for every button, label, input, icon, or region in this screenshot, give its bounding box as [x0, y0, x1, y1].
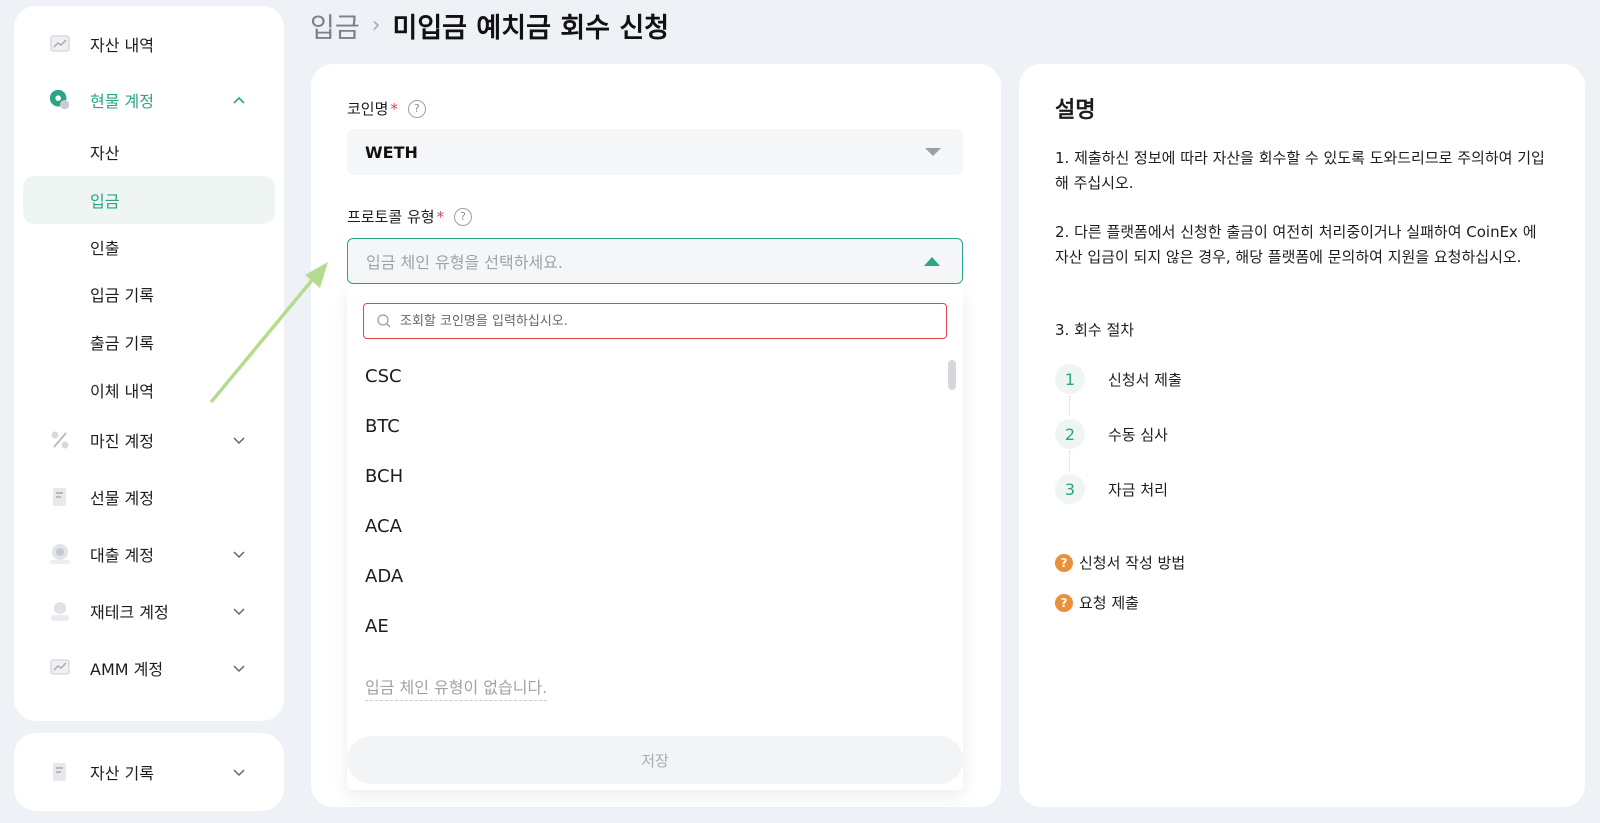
coin-field-label: 코인명 * ?	[347, 98, 426, 119]
breadcrumb-parent[interactable]: 입금	[310, 6, 360, 45]
nav-label: 입금 기록	[90, 286, 154, 305]
sidebar-item-assets[interactable]: 자산	[23, 128, 275, 176]
search-icon	[377, 314, 391, 328]
nav-finance-account[interactable]: 재테크 계정	[14, 587, 284, 635]
chevron-right-icon: ›	[371, 12, 381, 38]
chevron-down-icon	[233, 769, 245, 777]
dropdown-option[interactable]: BCH	[365, 461, 403, 491]
caret-up-icon	[924, 256, 940, 266]
required-mark: *	[390, 99, 398, 118]
description-paragraph-3: 3. 회수 절차	[1055, 321, 1135, 339]
step-number: 1	[1055, 364, 1085, 394]
dropdown-option[interactable]: ADA	[365, 561, 403, 591]
document-icon	[48, 760, 72, 784]
link-text: 신청서 작성 방법	[1079, 554, 1186, 572]
chart-icon	[48, 656, 72, 680]
step-connector	[1069, 451, 1071, 471]
help-icon[interactable]: ?	[407, 99, 426, 118]
dropdown-option[interactable]: BTC	[365, 411, 400, 441]
protocol-field-label: 프로토콜 유형 * ?	[347, 206, 473, 227]
chevron-down-icon	[233, 551, 245, 559]
form-card: 코인명 * ? WETH 프로토콜 유형 * ? 입금 체인 유형을 선택하세요. …	[311, 64, 1001, 807]
coin-select[interactable]: WETH	[347, 129, 963, 175]
dropdown-option[interactable]: ACA	[365, 511, 402, 541]
nav-label: AMM 계정	[90, 660, 164, 679]
step-connector	[1069, 396, 1071, 416]
breadcrumb: 입금 › 미입금 예치금 회수 신청	[310, 6, 670, 45]
nav-label: 이체 내역	[90, 382, 154, 401]
submit-request-link[interactable]: ? 요청 제출	[1055, 592, 1139, 613]
save-button[interactable]: 저장	[347, 736, 963, 784]
step-item: 3 자금 처리	[1055, 474, 1168, 504]
description-paragraph-1: 1. 제출하신 정보에 따라 자산을 회수할 수 있도록 도와드리므로 주의하여…	[1055, 149, 1545, 192]
page-title: 미입금 예치금 회수 신청	[392, 12, 670, 44]
nav-label: 대출 계정	[90, 546, 154, 565]
protocol-select[interactable]: 입금 체인 유형을 선택하세요.	[347, 238, 963, 284]
help-icon[interactable]: ?	[454, 207, 473, 226]
spot-icon	[48, 88, 72, 112]
label-text: 코인명	[347, 100, 389, 118]
nav-label: 자산 내역	[90, 36, 154, 55]
step-text: 신청서 제출	[1108, 370, 1182, 389]
question-icon: ?	[1055, 553, 1073, 572]
sidebar-item-deposit[interactable]: 입금	[23, 176, 275, 224]
nav-spot-account[interactable]: 현물 계정	[14, 76, 284, 124]
coin-select-value: WETH	[365, 142, 418, 162]
step-number: 2	[1055, 419, 1085, 449]
dropdown-option[interactable]: AE	[365, 611, 389, 641]
question-icon: ?	[1055, 593, 1073, 612]
search-box	[363, 303, 947, 339]
step-item: 1 신청서 제출	[1055, 364, 1182, 394]
document-icon	[48, 485, 72, 509]
description-paragraph-2: 2. 다른 플랫폼에서 신청한 출금이 여전히 처리중이거나 실패하여 Coin…	[1055, 223, 1537, 266]
coin-icon	[48, 542, 72, 566]
step-item: 2 수동 심사	[1055, 419, 1168, 449]
link-text: 요청 제출	[1079, 594, 1139, 612]
chevron-down-icon	[233, 608, 245, 616]
nav-loan-account[interactable]: 대출 계정	[14, 530, 284, 578]
protocol-select-placeholder: 입금 체인 유형을 선택하세요.	[366, 253, 563, 272]
search-input[interactable]	[400, 311, 930, 331]
sidebar-item-transfer-history[interactable]: 이체 내역	[23, 366, 275, 414]
chart-icon	[48, 32, 72, 56]
caret-down-icon	[925, 148, 941, 156]
nav-label: 현물 계정	[90, 92, 154, 111]
nav-label: 자산	[90, 144, 120, 163]
nav-label: 선물 계정	[90, 489, 154, 508]
description-title: 설명	[1055, 98, 1096, 123]
nav-label: 재테크 계정	[90, 603, 169, 622]
sidebar-records: 자산 기록	[14, 733, 284, 811]
how-to-fill-link[interactable]: ? 신청서 작성 방법	[1055, 552, 1185, 573]
nav-label: 마진 계정	[90, 432, 154, 451]
description-card: 설명 1. 제출하신 정보에 따라 자산을 회수할 수 있도록 도와드리므로 주…	[1019, 64, 1585, 807]
sidebar-item-deposit-history[interactable]: 입금 기록	[23, 270, 275, 318]
nav-label: 출금 기록	[90, 334, 154, 353]
nav-label: 입금	[90, 192, 120, 211]
nav-margin-account[interactable]: 마진 계정	[14, 416, 284, 464]
chevron-down-icon	[233, 665, 245, 673]
step-text: 수동 심사	[1108, 425, 1168, 444]
nav-futures-account[interactable]: 선물 계정	[14, 473, 284, 521]
chevron-down-icon	[233, 437, 245, 445]
nav-asset-records[interactable]: 자산 기록	[14, 748, 284, 796]
dropdown-option[interactable]: CSC	[365, 361, 402, 391]
nav-amm-account[interactable]: AMM 계정	[14, 644, 284, 692]
sidebar: 자산 내역 현물 계정 자산 입금 인출 입금 기록 출금 기록 이체 내역 마…	[14, 6, 284, 721]
chevron-up-icon	[233, 96, 245, 104]
sidebar-item-withdraw[interactable]: 인출	[23, 223, 275, 271]
user-icon	[48, 599, 72, 623]
required-mark: *	[436, 207, 445, 226]
step-number: 3	[1055, 474, 1085, 504]
percent-icon	[48, 428, 72, 452]
nav-label: 자산 기록	[90, 764, 154, 783]
protocol-dropdown: CSC BTC BCH ACA ADA AE 입금 체인 유형이 없습니다.	[347, 287, 963, 790]
sidebar-item-withdraw-history[interactable]: 출금 기록	[23, 318, 275, 366]
label-text: 프로토콜 유형	[347, 208, 435, 226]
nav-label: 인출	[90, 239, 120, 258]
dropdown-scrollbar[interactable]	[948, 360, 956, 390]
nav-asset-history[interactable]: 자산 내역	[14, 20, 284, 68]
empty-note: 입금 체인 유형이 없습니다.	[365, 674, 548, 701]
step-text: 자금 처리	[1108, 480, 1168, 499]
